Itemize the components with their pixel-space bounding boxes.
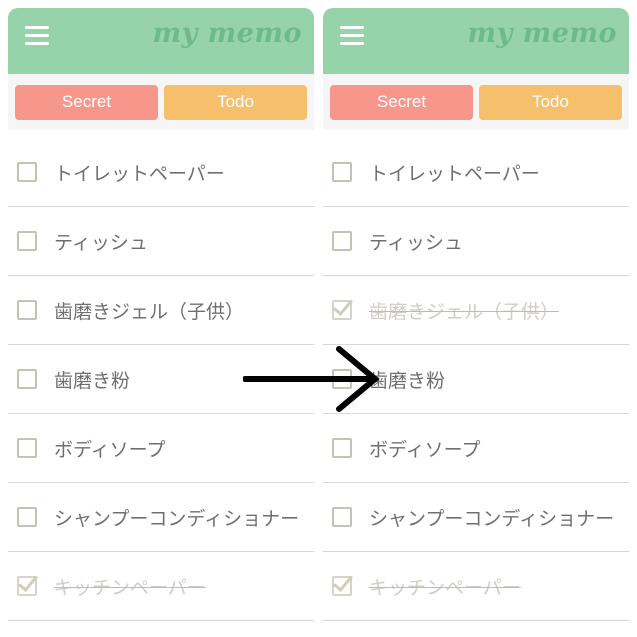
list-item[interactable]: トイレットペーパー bbox=[8, 138, 314, 207]
checkbox[interactable] bbox=[332, 300, 352, 320]
memo-screen-after: my memo Secret Todo トイレットペーパー ティッシュ 歯磨きジ… bbox=[323, 8, 629, 637]
checkbox[interactable] bbox=[17, 162, 37, 182]
hamburger-menu-icon[interactable] bbox=[340, 26, 364, 46]
checkbox[interactable] bbox=[17, 300, 37, 320]
checkbox[interactable] bbox=[332, 438, 352, 458]
checkbox[interactable] bbox=[332, 231, 352, 251]
item-label: ボディソープ bbox=[54, 438, 166, 461]
list-item[interactable]: ボディソープ bbox=[323, 414, 629, 483]
list-item[interactable]: シャンプーコンディショナー bbox=[8, 483, 314, 552]
list-item[interactable]: ボディソープ bbox=[8, 414, 314, 483]
list-item[interactable]: キッチンペーパー bbox=[8, 552, 314, 621]
checkbox[interactable] bbox=[17, 438, 37, 458]
checkbox[interactable] bbox=[332, 507, 352, 527]
tab-todo[interactable]: Todo bbox=[164, 84, 307, 120]
right-arrow-icon bbox=[243, 346, 380, 412]
hamburger-menu-icon[interactable] bbox=[25, 26, 49, 46]
list-item[interactable]: ティッシュ bbox=[8, 207, 314, 276]
list-item[interactable]: シャンプーコンディショナー bbox=[323, 483, 629, 552]
tab-secret[interactable]: Secret bbox=[15, 84, 158, 120]
app-header: my memo bbox=[323, 8, 629, 74]
list-item[interactable]: キッチンペーパー bbox=[323, 552, 629, 621]
item-label: シャンプーコンディショナー bbox=[369, 507, 615, 530]
item-label: 歯磨きジェル（子供） bbox=[369, 300, 560, 323]
tab-todo[interactable]: Todo bbox=[479, 84, 622, 120]
app-logo: my memo bbox=[467, 18, 617, 49]
item-label: 歯磨き粉 bbox=[54, 369, 131, 392]
item-label: ティッシュ bbox=[54, 231, 148, 254]
item-label: 歯磨きジェル（子供） bbox=[54, 300, 245, 323]
tab-secret[interactable]: Secret bbox=[330, 84, 473, 120]
app-logo: my memo bbox=[152, 18, 302, 49]
memo-screen-before: my memo Secret Todo トイレットペーパー ティッシュ 歯磨きジ… bbox=[8, 8, 314, 637]
list-item[interactable]: 歯磨きジェル（子供） bbox=[323, 276, 629, 345]
item-label: ティッシュ bbox=[369, 231, 463, 254]
item-label: トイレットペーパー bbox=[54, 162, 225, 185]
list-item[interactable]: トイレットペーパー bbox=[323, 138, 629, 207]
list-item[interactable]: ティッシュ bbox=[323, 207, 629, 276]
checkbox[interactable] bbox=[332, 162, 352, 182]
tab-bar: Secret Todo bbox=[8, 74, 314, 130]
item-label: シャンプーコンディショナー bbox=[54, 507, 300, 530]
item-label: トイレットペーパー bbox=[369, 162, 540, 185]
app-header: my memo bbox=[8, 8, 314, 74]
checkbox[interactable] bbox=[17, 507, 37, 527]
list-item[interactable]: 歯磨きジェル（子供） bbox=[8, 276, 314, 345]
checkbox[interactable] bbox=[17, 369, 37, 389]
tab-bar: Secret Todo bbox=[323, 74, 629, 130]
checkbox[interactable] bbox=[332, 576, 352, 596]
item-label: キッチンペーパー bbox=[369, 576, 521, 599]
item-label: ボディソープ bbox=[369, 438, 481, 461]
item-label: キッチンペーパー bbox=[54, 576, 206, 599]
checkbox[interactable] bbox=[17, 231, 37, 251]
checkbox[interactable] bbox=[17, 576, 37, 596]
